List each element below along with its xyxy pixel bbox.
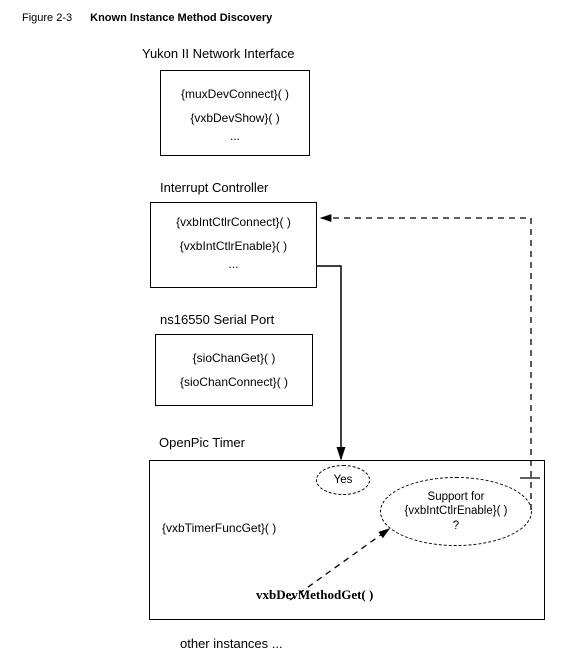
section-timer-label: OpenPic Timer: [159, 435, 245, 450]
yes-label: Yes: [334, 474, 353, 486]
support-line1: Support for: [428, 490, 485, 504]
intctlr-method-1: {vxbIntCtlrConnect}( ): [151, 215, 316, 229]
serial-method-1: {sioChanGet}( ): [156, 351, 312, 365]
support-line3: ?: [453, 519, 459, 533]
figure-title: Known Instance Method Discovery: [90, 12, 272, 24]
yukon-box: {muxDevConnect}( ) {vxbDevShow}( ) ...: [160, 70, 310, 156]
intctlr-method-2: {vxbIntCtlrEnable}( ): [151, 239, 316, 253]
section-serial-label: ns16550 Serial Port: [160, 312, 274, 327]
intctlr-box: {vxbIntCtlrConnect}( ) {vxbIntCtlrEnable…: [150, 202, 317, 288]
figure-number: Figure 2-3: [22, 12, 72, 24]
figure-header: Figure 2-3 Known Instance Method Discove…: [22, 12, 272, 24]
support-line2: {vxbIntCtlrEnable}( ): [405, 504, 508, 518]
yukon-ellipsis: ...: [161, 129, 309, 143]
method-get-label: vxbDevMethodGet( ): [256, 587, 373, 603]
section-yukon-label: Yukon II Network Interface: [142, 46, 294, 61]
support-ellipse: Support for {vxbIntCtlrEnable}( ) ?: [380, 477, 532, 546]
other-instances-label: other instances ...: [180, 636, 283, 651]
section-intctlr-label: Interrupt Controller: [160, 180, 268, 195]
serial-box: {sioChanGet}( ) {sioChanConnect}( ): [155, 334, 313, 406]
serial-method-2: {sioChanConnect}( ): [156, 375, 312, 389]
intctlr-ellipsis: ...: [151, 257, 316, 271]
yukon-method-1: {muxDevConnect}( ): [161, 87, 309, 101]
timer-method-1: {vxbTimerFuncGet}( ): [162, 521, 276, 535]
yukon-method-2: {vxbDevShow}( ): [161, 111, 309, 125]
yes-ellipse: Yes: [316, 465, 370, 495]
